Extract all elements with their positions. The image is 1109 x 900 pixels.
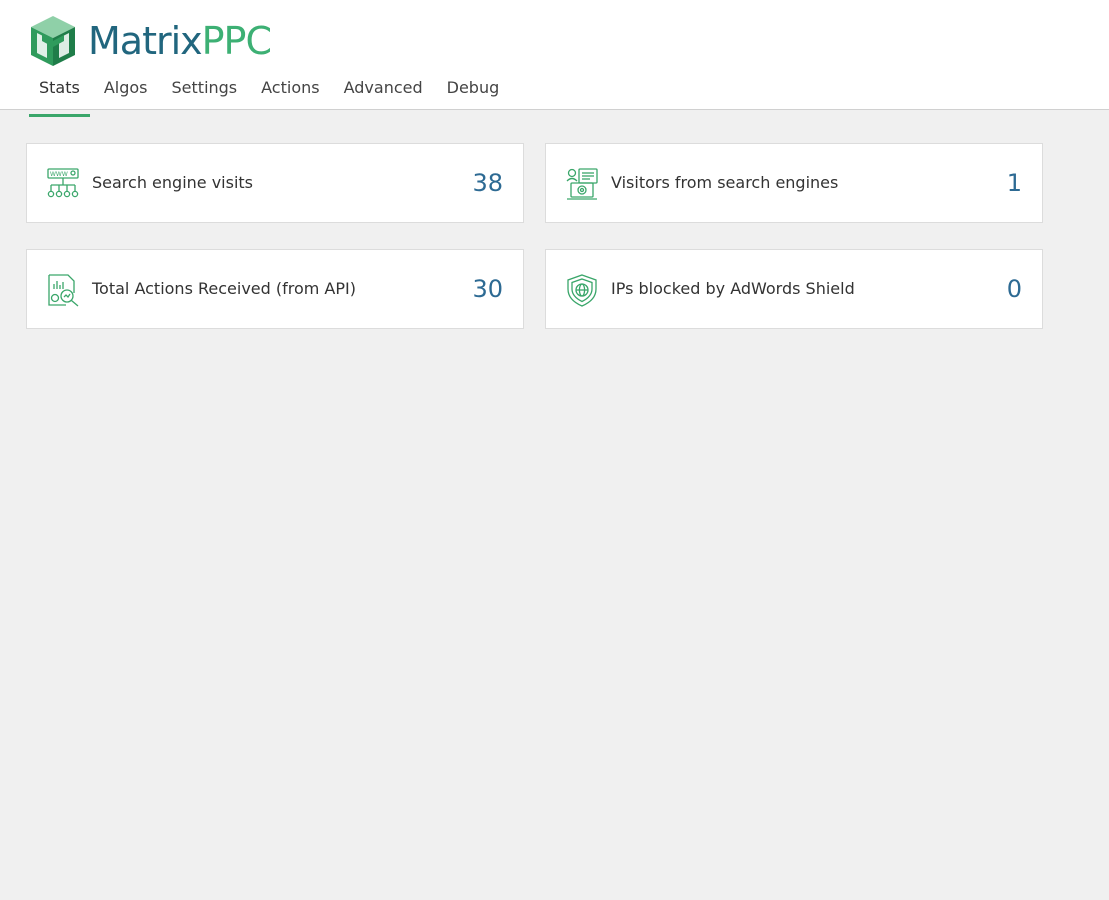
tab-actions[interactable]: Actions <box>251 74 329 110</box>
stat-label: Search engine visits <box>92 173 254 192</box>
main-tabs: Stats Algos Settings Actions Advanced De… <box>29 74 513 117</box>
matrix-cube-logo-icon <box>31 16 75 66</box>
stat-card-ips-blocked: IPs blocked by AdWords Shield 0 <box>545 249 1043 329</box>
stat-value: 30 <box>472 275 503 303</box>
logo[interactable]: MatrixPPC <box>28 14 272 68</box>
top-header: MatrixPPC Stats Algos Settings Actions A… <box>0 0 1109 117</box>
report-search-icon <box>48 274 79 307</box>
stat-value: 1 <box>1006 169 1022 197</box>
stat-card-search-engine-visits: WWW Search engine visits 38 <box>26 143 524 223</box>
logo-matrix-text: Matrix <box>88 19 203 63</box>
svg-text:WWW: WWW <box>50 171 68 178</box>
sitemap-www-icon: WWW <box>47 168 79 198</box>
stat-value: 38 <box>472 169 503 197</box>
tab-advanced[interactable]: Advanced <box>334 74 433 110</box>
logo-wordmark: MatrixPPC <box>88 19 272 63</box>
stat-value: 0 <box>1006 275 1022 303</box>
visitor-analytics-icon <box>566 168 598 200</box>
stat-card-visitors-from-search-engines: Visitors from search engines 1 <box>545 143 1043 223</box>
stat-card-total-actions-received: Total Actions Received (from API) 30 <box>26 249 524 329</box>
tab-settings[interactable]: Settings <box>162 74 248 110</box>
logo-ppc-text: PPC <box>201 19 272 63</box>
stat-label: IPs blocked by AdWords Shield <box>611 279 855 298</box>
tab-debug[interactable]: Debug <box>437 74 510 110</box>
tab-stats[interactable]: Stats <box>29 74 90 117</box>
shield-globe-icon <box>567 274 597 307</box>
stat-label: Visitors from search engines <box>611 173 839 192</box>
stat-label: Total Actions Received (from API) <box>92 279 356 298</box>
tab-algos[interactable]: Algos <box>94 74 158 110</box>
